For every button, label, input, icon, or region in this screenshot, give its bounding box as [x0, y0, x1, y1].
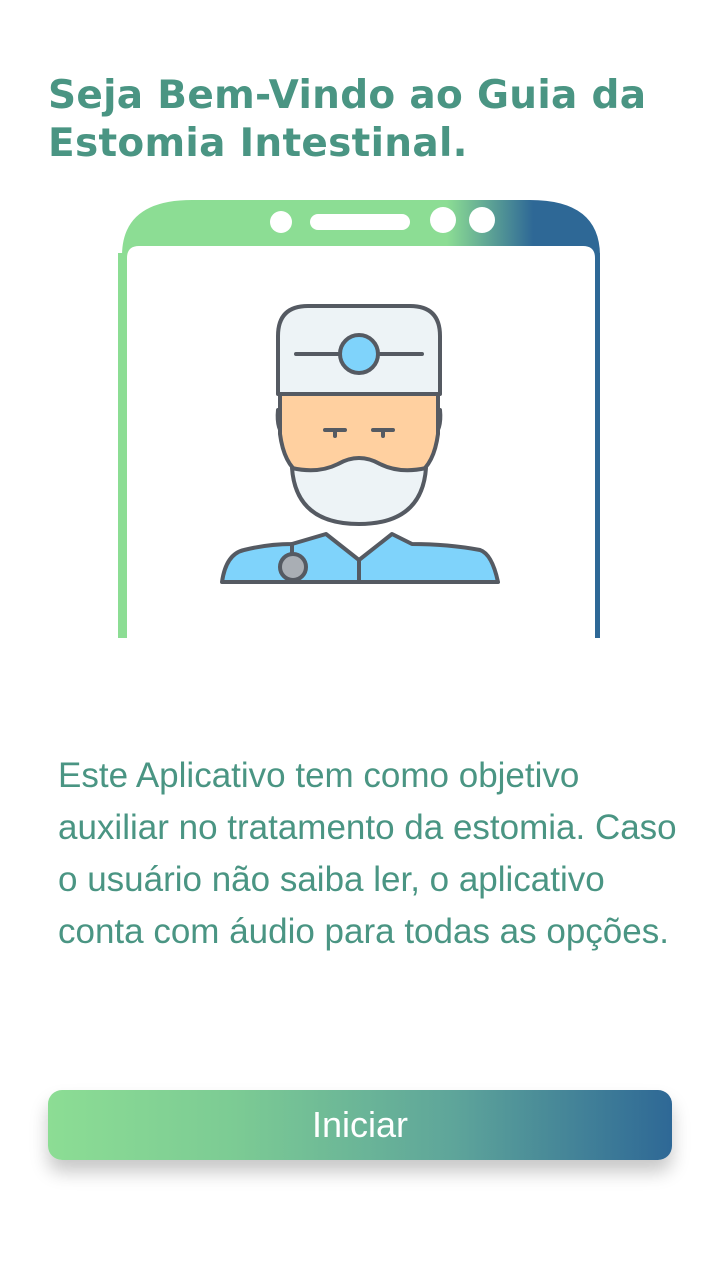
start-button[interactable]: Iniciar [48, 1090, 672, 1160]
head-mirror-icon [338, 333, 380, 375]
app-description: Este Aplicativo tem como objetivo auxili… [58, 756, 677, 951]
doctor-in-phone-illustration [118, 200, 600, 638]
welcome-title: Seja Bem-Vindo ao Guia da Estomia Intest… [48, 73, 647, 166]
doctor-icon [220, 304, 500, 584]
